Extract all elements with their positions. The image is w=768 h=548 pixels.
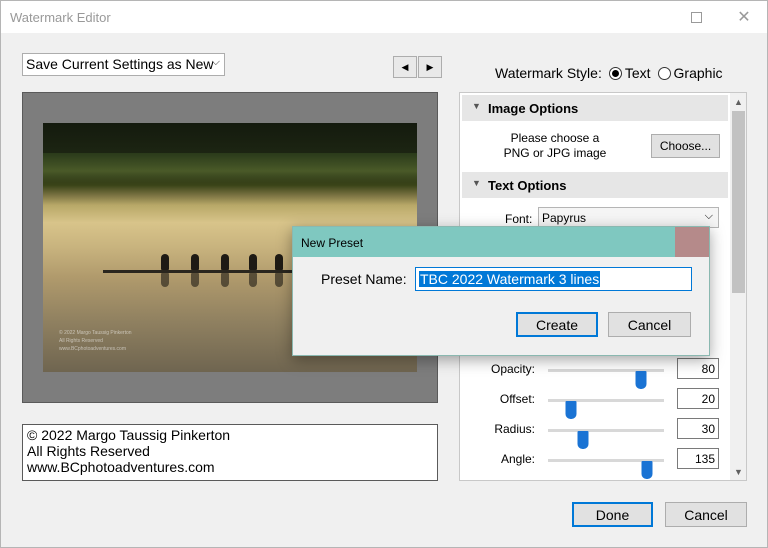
angle-slider[interactable]: [548, 459, 664, 479]
photo-reflection: [161, 273, 169, 287]
opacity-slider-row: Opacity: 80: [460, 358, 728, 389]
image-options-header[interactable]: ▼ Image Options: [462, 95, 728, 121]
next-button[interactable]: ▶: [418, 56, 442, 78]
photo-rower: [275, 254, 283, 270]
image-hint-line: PNG or JPG image: [503, 146, 607, 160]
angle-slider-thumb[interactable]: [641, 461, 653, 479]
close-icon: ✕: [737, 9, 751, 26]
scroll-up-icon[interactable]: ▲: [730, 93, 746, 110]
done-button[interactable]: Done: [572, 502, 653, 527]
font-dropdown[interactable]: Papyrus ⌵: [538, 207, 719, 228]
triangle-down-icon: ▼: [472, 101, 481, 111]
radio-graphic-label[interactable]: Graphic: [674, 65, 723, 81]
angle-label: Angle:: [500, 452, 535, 466]
photo-reflection: [249, 273, 257, 287]
panel-scrollbar[interactable]: ▲ ▼: [730, 93, 746, 480]
image-hint-line: Please choose a: [510, 131, 600, 145]
title-bar: Watermark Editor ✕: [1, 1, 767, 33]
offset-label: Offset:: [499, 392, 535, 406]
opacity-slider-thumb[interactable]: [635, 371, 647, 389]
photo-rower: [191, 254, 199, 270]
preset-name-input[interactable]: TBC 2022 Watermark 3 lines: [415, 267, 692, 291]
dialog-title: New Preset: [293, 227, 709, 257]
preview-watermark-line: All Rights Reserved: [59, 338, 103, 344]
radio-graphic[interactable]: [657, 66, 671, 80]
radius-value-field[interactable]: 30: [677, 418, 719, 439]
choose-button[interactable]: Choose...: [651, 134, 720, 158]
chevron-down-icon: ⌵: [211, 56, 220, 68]
dialog-cancel-button[interactable]: Cancel: [608, 312, 691, 337]
window-title: Watermark Editor: [10, 10, 111, 25]
text-options-header[interactable]: ▼ Text Options: [462, 172, 728, 198]
watermark-style-group: Watermark Style: Text Graphic: [495, 65, 723, 81]
photo-rowing-boat: [103, 270, 303, 273]
image-options-title: Image Options: [488, 101, 579, 116]
radius-slider[interactable]: [548, 429, 664, 449]
radius-label: Radius:: [494, 422, 535, 436]
offset-slider[interactable]: [548, 399, 664, 419]
preview-watermark-line: © 2022 Margo Taussig Pinkerton: [59, 330, 132, 336]
offset-value-field[interactable]: 20: [677, 388, 719, 409]
maximize-icon: [690, 11, 702, 23]
create-button[interactable]: Create: [516, 312, 598, 337]
close-button[interactable]: ✕: [721, 1, 767, 33]
scroll-thumb[interactable]: [732, 111, 745, 293]
arrow-right-icon: ▶: [426, 61, 434, 72]
photo-reflection: [221, 273, 229, 287]
chevron-down-icon: ⌵: [704, 210, 713, 222]
watermark-text-line: All Rights Reserved: [27, 443, 150, 459]
cancel-button[interactable]: Cancel: [665, 502, 747, 527]
preview-watermark-line: www.BCphotoadventures.com: [59, 346, 126, 352]
angle-slider-row: Angle: 135: [460, 448, 728, 479]
preset-dropdown-value: Save Current Settings as New: [26, 56, 214, 72]
watermark-text-line: www.BCphotoadventures.com: [27, 459, 215, 475]
font-dropdown-value: Papyrus: [542, 211, 587, 225]
photo-reflection: [191, 273, 199, 287]
preset-name-label: Preset Name:: [321, 271, 407, 287]
photo-rower: [249, 254, 257, 270]
photo-rower: [161, 254, 169, 270]
previous-button[interactable]: ◀: [393, 56, 417, 78]
radio-text[interactable]: [608, 66, 622, 80]
preset-dropdown[interactable]: Save Current Settings as New ⌵: [22, 53, 225, 76]
triangle-down-icon: ▼: [472, 178, 481, 188]
radius-slider-thumb[interactable]: [577, 431, 589, 449]
offset-slider-row: Offset: 20: [460, 388, 728, 419]
font-label: Font:: [505, 212, 533, 226]
opacity-slider[interactable]: [548, 369, 664, 389]
new-preset-dialog: New Preset Preset Name: TBC 2022 Waterma…: [292, 226, 710, 356]
preset-name-selected-text: TBC 2022 Watermark 3 lines: [419, 271, 601, 287]
photo-reflection: [275, 273, 283, 287]
text-options-title: Text Options: [488, 178, 567, 193]
watermark-style-label: Watermark Style:: [495, 65, 602, 81]
maximize-button[interactable]: [673, 1, 719, 33]
photo-rower: [221, 254, 229, 270]
scroll-down-icon[interactable]: ▼: [730, 463, 746, 480]
photo-reeds: [43, 153, 417, 183]
arrow-left-icon: ◀: [401, 61, 409, 72]
preview-watermark: © 2022 Margo Taussig Pinkerton All Right…: [59, 329, 132, 353]
dialog-close-button[interactable]: [675, 227, 709, 257]
watermark-text-input[interactable]: © 2022 Margo Taussig Pinkerton All Right…: [22, 424, 438, 481]
angle-value-field[interactable]: 135: [677, 448, 719, 469]
watermark-text-line: © 2022 Margo Taussig Pinkerton: [27, 427, 231, 443]
opacity-label: Opacity:: [490, 362, 535, 376]
opacity-value-field[interactable]: 80: [677, 358, 719, 379]
offset-slider-thumb[interactable]: [565, 401, 577, 419]
image-hint: Please choose a PNG or JPG image: [490, 131, 620, 161]
radius-slider-row: Radius: 30: [460, 418, 728, 449]
radio-text-label[interactable]: Text: [625, 65, 651, 81]
